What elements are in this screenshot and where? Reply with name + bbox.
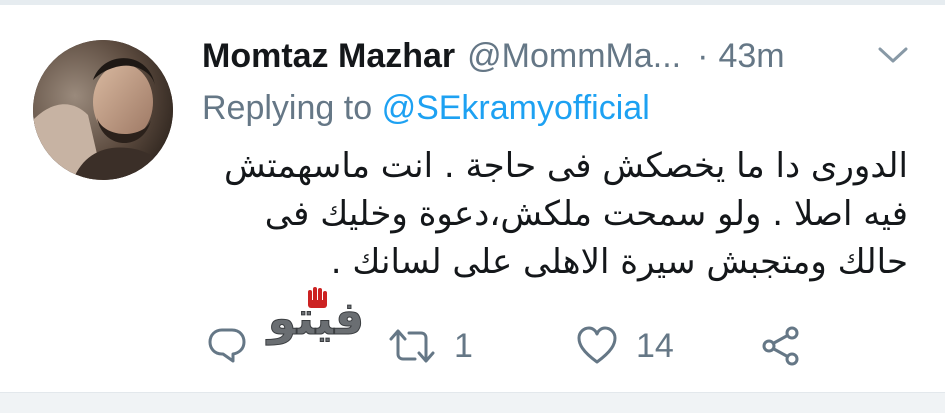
tweet-text: الدورى دا ما يخصكش فى حاجة . انت ماسهمتش…: [223, 142, 908, 286]
timestamp[interactable]: 43m: [718, 34, 784, 78]
tweet-card: Momtaz Mazhar @MommMa... · 43m Replying …: [0, 0, 945, 413]
tweet-text-line: حالك ومتجبش سيرة الاهلى على لسانك .: [330, 242, 908, 282]
bottom-divider: [0, 392, 945, 413]
avatar-photo: [33, 40, 173, 180]
separator-dot: ·: [697, 37, 709, 75]
watermark-logo: فيتو: [246, 284, 386, 348]
chevron-down-icon[interactable]: [876, 44, 910, 66]
share-button[interactable]: [760, 322, 820, 370]
retweet-button[interactable]: 1: [388, 322, 473, 370]
tweet-text-line: فيه اصلا . ولو سمحت ملكش،دعوة وخليك فى: [264, 194, 908, 234]
reply-icon: [208, 328, 246, 363]
like-button[interactable]: 14: [576, 322, 674, 370]
tweet-header: Momtaz Mazhar @MommMa... · 43m: [202, 34, 785, 78]
display-name[interactable]: Momtaz Mazhar: [202, 34, 455, 78]
replying-to-line: Replying to @SEkramyofficial: [202, 86, 650, 130]
user-handle[interactable]: @MommMa...: [467, 34, 681, 78]
reply-button[interactable]: [206, 322, 266, 370]
share-icon: [762, 326, 799, 366]
like-count: 14: [636, 326, 674, 365]
replying-mention-link[interactable]: @SEkramyofficial: [382, 89, 650, 127]
avatar[interactable]: [33, 40, 173, 180]
replying-prefix: Replying to: [202, 89, 373, 127]
retweet-icon: [389, 329, 435, 363]
tweet-text-line: الدورى دا ما يخصكش فى حاجة . انت ماسهمتش: [223, 146, 908, 186]
retweet-count: 1: [454, 326, 473, 365]
watermark-logo-graphic: فيتو: [265, 287, 365, 346]
top-divider: [0, 0, 945, 5]
heart-icon: [577, 326, 617, 364]
